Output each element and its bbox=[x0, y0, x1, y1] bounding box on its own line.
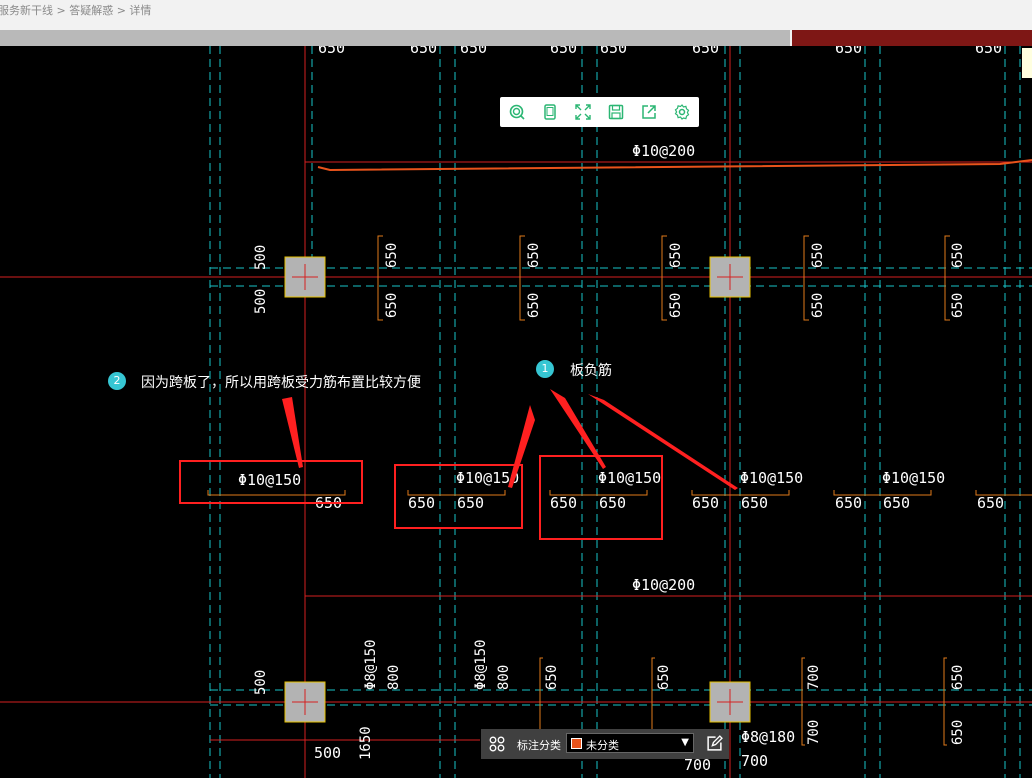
rebar-label: Φ10@150 bbox=[598, 469, 661, 487]
zoom-icon bbox=[509, 104, 525, 120]
dim-label: 650 bbox=[668, 293, 684, 318]
dim-label: 650 bbox=[741, 494, 768, 512]
dim-label: 650 bbox=[950, 720, 966, 745]
dim-label: 650 bbox=[656, 665, 672, 690]
dim-label: 700 bbox=[806, 665, 822, 690]
dim-label: 650 bbox=[599, 494, 626, 512]
side-panel-tab[interactable] bbox=[1022, 48, 1032, 78]
dim-label: 650 bbox=[410, 46, 437, 57]
dim-label: 500 bbox=[253, 289, 269, 314]
dim-label: 700 bbox=[741, 752, 768, 770]
category-value: 未分类 bbox=[586, 739, 619, 752]
dim-label: 650 bbox=[692, 46, 719, 57]
note-text-1: 板负筋 bbox=[570, 363, 612, 379]
dim-label: 650 bbox=[835, 46, 862, 57]
dim-label: 500 bbox=[314, 744, 341, 762]
rebar-label: Φ10@150 bbox=[740, 469, 803, 487]
dim-label: 500 bbox=[253, 245, 269, 270]
dim-label: 650 bbox=[550, 494, 577, 512]
dim-label: 650 bbox=[544, 665, 560, 690]
settings-button[interactable] bbox=[665, 97, 698, 127]
dim-label: 650 bbox=[384, 243, 400, 268]
dim-label: 650 bbox=[950, 293, 966, 318]
cad-drawing[interactable]: 650 650 650 650 650 650 650 650 Φ10@200 … bbox=[0, 46, 1032, 778]
grid-icon[interactable] bbox=[489, 736, 505, 755]
viewer-toolbar bbox=[500, 97, 699, 127]
rebar-label: Φ10@150 bbox=[238, 471, 301, 489]
settings-icon bbox=[674, 104, 689, 120]
dim-label: 650 bbox=[526, 293, 542, 318]
dim-label: 650 bbox=[835, 494, 862, 512]
rebar-label: Φ10@200 bbox=[632, 142, 695, 160]
category-label: 标注分类 bbox=[517, 739, 561, 752]
dim-label: 500 bbox=[253, 670, 269, 695]
edit-icon[interactable] bbox=[706, 735, 723, 755]
dim-label: 700 bbox=[806, 720, 822, 745]
dim-label: 650 bbox=[408, 494, 435, 512]
note-badge-1[interactable]: 1 bbox=[536, 360, 554, 378]
dim-label: 650 bbox=[384, 293, 400, 318]
dim-label: 650 bbox=[977, 494, 1004, 512]
category-color-swatch bbox=[571, 738, 582, 749]
rebar-label: Φ8@150 bbox=[363, 639, 379, 690]
note-badge-2[interactable]: 2 bbox=[108, 372, 126, 390]
breadcrumb[interactable]: 服务新干线 > 答疑解惑 > 详情 bbox=[0, 2, 151, 18]
dim-label: 650 bbox=[950, 665, 966, 690]
rebar-label: Φ8@150 bbox=[473, 639, 489, 690]
fullscreen-icon bbox=[574, 104, 591, 120]
tablet-icon bbox=[543, 104, 556, 120]
rebar-label: Φ10@150 bbox=[882, 469, 945, 487]
dim-label: 650 bbox=[810, 293, 826, 318]
dim-label: 650 bbox=[883, 494, 910, 512]
zoom-button[interactable] bbox=[500, 97, 533, 127]
category-select[interactable]: 未分类 ▼ bbox=[566, 733, 694, 753]
dim-label: 650 bbox=[550, 46, 577, 57]
dim-label: 800 bbox=[496, 665, 512, 690]
note-text-2: 因为跨板了，所以用跨板受力筋布置比较方便 bbox=[141, 375, 421, 391]
dim-label: 650 bbox=[810, 243, 826, 268]
dim-label: 800 bbox=[386, 665, 402, 690]
save-button[interactable] bbox=[599, 97, 632, 127]
fullscreen-button[interactable] bbox=[566, 97, 599, 127]
viewer-banner bbox=[792, 30, 1032, 46]
viewer-tabbar bbox=[0, 30, 790, 46]
dim-label: 650 bbox=[460, 46, 487, 57]
rebar-label: Φ10@200 bbox=[632, 576, 695, 594]
dim-label: 650 bbox=[526, 243, 542, 268]
rebar-label: Φ8@180 bbox=[741, 728, 795, 746]
share-icon bbox=[641, 105, 656, 119]
dim-label: 650 bbox=[668, 243, 684, 268]
annotation-category-bar: 标注分类 未分类 ▼ bbox=[481, 729, 729, 759]
dim-label: 1650 bbox=[358, 726, 374, 760]
dim-label: 650 bbox=[457, 494, 484, 512]
dim-label: 650 bbox=[600, 46, 627, 57]
chevron-down-icon: ▼ bbox=[681, 737, 689, 748]
annotation-arrow bbox=[282, 397, 303, 468]
dim-label: 650 bbox=[692, 494, 719, 512]
tablet-button[interactable] bbox=[533, 97, 566, 127]
save-icon bbox=[608, 104, 623, 120]
dim-label: 650 bbox=[318, 46, 345, 57]
dim-label: 650 bbox=[950, 243, 966, 268]
dim-label: 650 bbox=[975, 46, 1002, 57]
share-button[interactable] bbox=[632, 97, 665, 127]
